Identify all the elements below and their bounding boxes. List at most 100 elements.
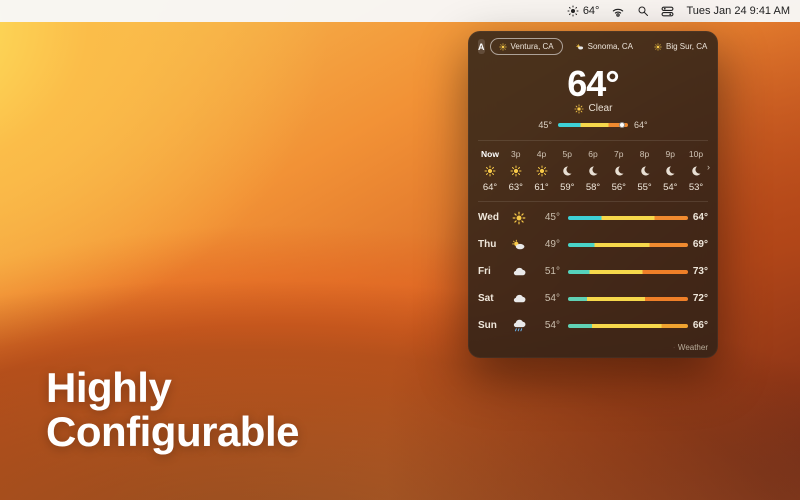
- moon-icon: [561, 164, 574, 177]
- hour-label: 5p: [563, 149, 572, 159]
- hour-temp: 58°: [586, 182, 600, 193]
- wifi-icon: [611, 6, 625, 17]
- day-range-bar: [568, 270, 688, 274]
- hourly-column: 10p 53°: [684, 149, 708, 193]
- day-range-bar: [568, 216, 688, 220]
- menubar-temp: 64°: [583, 5, 600, 17]
- hour-temp: 64°: [483, 182, 497, 193]
- menubar-control-center[interactable]: [661, 6, 674, 17]
- current-condition: Clear: [478, 103, 708, 114]
- weather-panel: A Ventura, CA Sonoma, CA Big Sur, CA 64° C…: [468, 31, 718, 358]
- location-tabs: A Ventura, CA Sonoma, CA Big Sur, CA: [478, 38, 708, 55]
- hourly-column: 7p 56°: [607, 149, 631, 193]
- hour-temp: 55°: [637, 182, 651, 193]
- day-range-bar: [568, 324, 688, 328]
- today-range: 45° 64°: [478, 120, 708, 130]
- location-name: Ventura, CA: [511, 42, 554, 51]
- daily-row[interactable]: Thu 49° 69°: [478, 231, 708, 258]
- hourly-column: 5p 59°: [555, 149, 579, 193]
- location-chip[interactable]: Ventura, CA: [490, 38, 563, 55]
- auto-location-button[interactable]: A: [478, 39, 485, 54]
- apple-logo-icon: [668, 344, 675, 352]
- location-chip[interactable]: Big Sur, CA: [646, 38, 715, 55]
- day-name: Thu: [478, 239, 512, 250]
- day-name: Wed: [478, 212, 512, 223]
- hourly-column: 6p 58°: [581, 149, 605, 193]
- tagline-line1: Highly: [46, 366, 299, 410]
- daily-row[interactable]: Wed 45° 64°: [478, 204, 708, 231]
- hour-label: 8p: [640, 149, 649, 159]
- day-low: 51°: [532, 266, 560, 277]
- current-temp-marker: [619, 122, 625, 128]
- cloud-icon: [512, 292, 526, 306]
- today-high: 64°: [634, 120, 648, 130]
- weather-attribution: Weather: [478, 343, 708, 352]
- location-name: Sonoma, CA: [588, 42, 633, 51]
- menubar-weather-item[interactable]: 64°: [567, 5, 600, 17]
- hour-temp: 63°: [509, 182, 523, 193]
- hour-temp: 56°: [612, 182, 626, 193]
- sun-icon: [574, 104, 584, 114]
- desktop-wallpaper: 64° Tues Jan 24 9:41 AM Highly Configura…: [0, 0, 800, 500]
- menubar-spotlight[interactable]: [637, 5, 649, 17]
- sun-icon: [567, 5, 579, 17]
- day-range-bar: [568, 297, 688, 301]
- day-name: Sun: [478, 320, 512, 331]
- hourly-column: 8p 55°: [633, 149, 657, 193]
- daily-row[interactable]: Sat 54° 72°: [478, 285, 708, 312]
- day-low: 45°: [532, 212, 560, 223]
- daily-row[interactable]: Sun 54° 66°: [478, 312, 708, 339]
- hour-label: 3p: [511, 149, 520, 159]
- day-low: 54°: [532, 293, 560, 304]
- day-range-bar: [568, 243, 688, 247]
- moon-icon: [587, 164, 600, 177]
- attribution-text: Weather: [678, 343, 708, 352]
- hour-label: 4p: [537, 149, 546, 159]
- hour-label: 7p: [614, 149, 623, 159]
- moon-icon: [612, 164, 625, 177]
- sun-icon: [654, 43, 662, 51]
- sun-icon: [499, 43, 507, 51]
- daily-forecast: Wed 45° 64°Thu 49° 69°Fri 51° 73°Sat 54°…: [478, 201, 708, 339]
- partly-icon: [512, 238, 526, 252]
- sun-icon: [535, 164, 548, 177]
- hour-temp: 61°: [534, 182, 548, 193]
- hourly-column: 4p 61°: [530, 149, 554, 193]
- today-range-bar: [558, 123, 628, 127]
- current-conditions: 64° Clear 45° 64°: [478, 63, 708, 130]
- hourly-column: Now 64°: [478, 149, 502, 193]
- hourly-column: 3p 63°: [504, 149, 528, 193]
- control-center-icon: [661, 6, 674, 17]
- cloud-icon: [512, 265, 526, 279]
- location-name: Big Sur, CA: [666, 42, 707, 51]
- menubar-datetime[interactable]: Tues Jan 24 9:41 AM: [686, 5, 790, 17]
- moon-icon: [638, 164, 651, 177]
- hour-temp: 53°: [689, 182, 703, 193]
- hour-label: 9p: [666, 149, 675, 159]
- day-low: 54°: [532, 320, 560, 331]
- hour-label: 6p: [588, 149, 597, 159]
- search-icon: [637, 5, 649, 17]
- location-chip[interactable]: Sonoma, CA: [568, 38, 641, 55]
- sun-icon: [512, 211, 526, 225]
- menubar: 64° Tues Jan 24 9:41 AM: [0, 0, 800, 22]
- hour-label: Now: [481, 149, 499, 159]
- day-name: Fri: [478, 266, 512, 277]
- hour-temp: 54°: [663, 182, 677, 193]
- hour-temp: 59°: [560, 182, 574, 193]
- hourly-forecast[interactable]: Now 64°3p 63°4p 61°5p 59°6p 58°7p 56°8p …: [478, 140, 708, 193]
- moon-icon: [664, 164, 677, 177]
- menubar-wifi[interactable]: [611, 6, 625, 17]
- daily-row[interactable]: Fri 51° 73°: [478, 258, 708, 285]
- marketing-tagline: Highly Configurable: [46, 366, 299, 454]
- moon-icon: [690, 164, 703, 177]
- hour-label: 10p: [689, 149, 703, 159]
- sun-icon: [509, 164, 522, 177]
- today-low: 45°: [538, 120, 552, 130]
- sun-icon: [484, 164, 497, 177]
- chevron-right-icon[interactable]: ›: [707, 162, 710, 172]
- day-low: 49°: [532, 239, 560, 250]
- rain-icon: [512, 319, 526, 333]
- day-name: Sat: [478, 293, 512, 304]
- tagline-line2: Configurable: [46, 410, 299, 454]
